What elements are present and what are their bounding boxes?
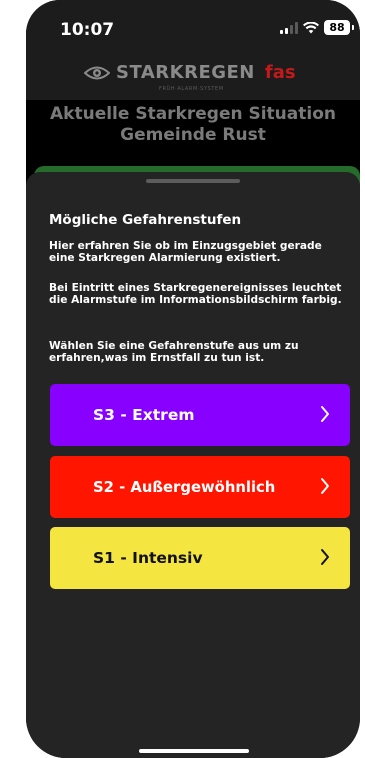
level-label-s2: S2 - Außergewöhnlich bbox=[93, 478, 276, 496]
phone-screen: 10:07 88 STARKREGEN fas FRÜH·ALARM·SYSTE… bbox=[26, 0, 360, 758]
logo-text: STARKREGEN bbox=[116, 62, 255, 83]
info-paragraph-3: Wählen Sie eine Gefahrenstufe aus um zu … bbox=[49, 340, 299, 364]
eye-icon bbox=[84, 65, 110, 81]
status-icons: 88 bbox=[280, 20, 354, 35]
level-label-s1: S1 - Intensiv bbox=[93, 549, 203, 567]
bottom-sheet: Mögliche Gefahrenstufen Hier erfahren Si… bbox=[26, 172, 360, 758]
logo-brand: fas bbox=[264, 62, 296, 83]
info-paragraph-1: Hier erfahren Sie ob im Einzugsgebiet ge… bbox=[49, 240, 322, 264]
wifi-icon bbox=[303, 21, 319, 34]
sheet-title: Mögliche Gefahrenstufen bbox=[49, 212, 242, 228]
app-logo: STARKREGEN fas bbox=[84, 62, 296, 83]
background-page-title: Aktuelle Starkregen Situation Gemeinde R… bbox=[26, 104, 360, 146]
background-title-line1: Aktuelle Starkregen Situation bbox=[50, 104, 336, 124]
logo-subtitle: FRÜH·ALARM·SYSTEM bbox=[159, 86, 224, 92]
cellular-signal-icon bbox=[280, 21, 298, 34]
chevron-right-icon bbox=[320, 405, 330, 423]
info-paragraph-2: Bei Eintritt eines Starkregenereignisses… bbox=[49, 282, 342, 306]
chevron-right-icon bbox=[320, 477, 330, 495]
battery-tip bbox=[352, 25, 354, 30]
level-button-s3[interactable]: S3 - Extrem bbox=[50, 384, 350, 446]
level-button-s2[interactable]: S2 - Außergewöhnlich bbox=[50, 456, 350, 518]
status-time: 10:07 bbox=[60, 20, 115, 40]
sheet-grabber-handle[interactable] bbox=[146, 179, 240, 183]
home-indicator[interactable] bbox=[139, 749, 249, 753]
battery-icon: 88 bbox=[324, 20, 350, 35]
chevron-right-icon bbox=[320, 548, 330, 566]
app-header: STARKREGEN fas FRÜH·ALARM·SYSTEM bbox=[26, 56, 360, 100]
status-bar: 10:07 88 bbox=[26, 0, 360, 56]
level-label-s3: S3 - Extrem bbox=[93, 406, 195, 424]
level-button-s1[interactable]: S1 - Intensiv bbox=[50, 527, 350, 589]
background-title-line2: Gemeinde Rust bbox=[120, 125, 266, 145]
